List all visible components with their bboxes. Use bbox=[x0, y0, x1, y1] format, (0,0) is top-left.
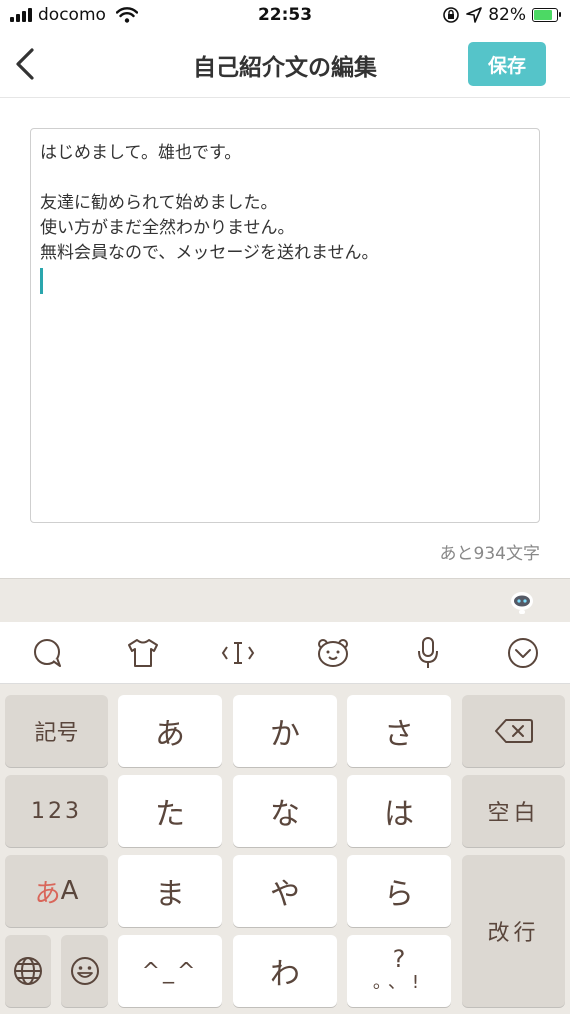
emoji-key[interactable] bbox=[61, 935, 108, 1007]
key-symbols-label: 記号 bbox=[34, 721, 79, 746]
key-na[interactable]: な bbox=[233, 775, 337, 847]
enter-key-label: 改行 bbox=[487, 921, 540, 946]
key-ha[interactable]: は bbox=[347, 775, 451, 847]
key-ra[interactable]: ら bbox=[347, 855, 451, 927]
backspace-key[interactable] bbox=[462, 695, 565, 767]
key-numbers[interactable]: 123 bbox=[5, 775, 108, 847]
question-mark-label: ? bbox=[392, 945, 406, 973]
key-ya[interactable]: や bbox=[233, 855, 337, 927]
toolbar-cursor-button[interactable] bbox=[190, 622, 285, 683]
bear-face-icon bbox=[317, 638, 348, 667]
character-counter: あと934文字 bbox=[439, 544, 540, 564]
close-keyboard-icon bbox=[507, 637, 538, 668]
self-introduction-textarea[interactable]: はじめまして。雄也です。 友達に勧められて始めました。 使い方がまだ全然わかりま… bbox=[30, 128, 540, 523]
backspace-icon bbox=[494, 719, 533, 743]
keyboard-toolbar bbox=[0, 622, 570, 684]
shirt-icon bbox=[127, 638, 158, 667]
key-wa[interactable]: わ bbox=[233, 935, 337, 1007]
key-numbers-label: 123 bbox=[31, 798, 82, 824]
space-key[interactable]: 空白 bbox=[462, 775, 565, 847]
punctuation-labels: ? 。、! bbox=[373, 947, 425, 995]
status-right: 82% bbox=[442, 5, 561, 25]
text-line: 友達に勧められて始めました。 bbox=[40, 193, 278, 213]
navigation-bar: 自己紹介文の編集 保存 bbox=[0, 32, 570, 98]
keyboard: 記号 あ か さ 123 た な は 空白 あ A ま や ら 改行 ^_^ わ… bbox=[0, 578, 570, 1014]
enter-key[interactable]: 改行 bbox=[462, 855, 565, 1007]
toolbar-emoji-button[interactable] bbox=[285, 622, 380, 683]
punctuation-label: 。、! bbox=[372, 972, 426, 993]
orientation-lock-icon bbox=[443, 7, 460, 23]
mode-alpha-label: A bbox=[60, 876, 79, 906]
mode-kana-label: あ bbox=[34, 878, 61, 909]
cursor-icon bbox=[221, 641, 254, 664]
space-key-label: 空白 bbox=[487, 801, 540, 826]
key-grid: 記号 あ か さ 123 た な は 空白 あ A ま や ら 改行 ^_^ わ… bbox=[0, 684, 570, 1014]
toolbar-theme-button[interactable] bbox=[95, 622, 190, 683]
text-cursor bbox=[40, 268, 43, 294]
toolbar-chat-button[interactable] bbox=[0, 622, 95, 683]
key-a[interactable]: あ bbox=[118, 695, 222, 767]
text-line bbox=[40, 166, 530, 191]
toolbar-voice-button[interactable] bbox=[380, 622, 475, 683]
key-ma[interactable]: ま bbox=[118, 855, 222, 927]
text-line: 無料会員なので、メッセージを送れません。 bbox=[40, 243, 379, 263]
battery-percent: 82% bbox=[488, 5, 526, 25]
key-sa[interactable]: さ bbox=[347, 695, 451, 767]
key-punctuation[interactable]: ? 。、! bbox=[347, 935, 451, 1007]
key-kaomoji-label: ^_^ bbox=[141, 958, 199, 984]
text-line: はじめまして。雄也です。 bbox=[40, 143, 242, 163]
smiley-icon bbox=[70, 957, 99, 985]
candidate-bar bbox=[0, 578, 570, 622]
key-ta[interactable]: た bbox=[118, 775, 222, 847]
location-icon bbox=[466, 7, 483, 23]
globe-key[interactable] bbox=[5, 935, 51, 1007]
globe-icon bbox=[14, 957, 42, 985]
key-kaomoji[interactable]: ^_^ bbox=[118, 935, 222, 1007]
status-bar: docomo 22:53 82% bbox=[0, 0, 570, 32]
microphone-icon bbox=[417, 636, 438, 668]
toolbar-close-keyboard-button[interactable] bbox=[475, 622, 570, 683]
key-symbols[interactable]: 記号 bbox=[5, 695, 108, 767]
key-input-mode[interactable]: あ A bbox=[5, 855, 108, 927]
robot-assistant-icon[interactable] bbox=[508, 588, 536, 616]
chat-bubble-icon bbox=[33, 638, 61, 667]
battery-charging-icon bbox=[532, 8, 561, 22]
key-ka[interactable]: か bbox=[233, 695, 337, 767]
text-line: 使い方がまだ全然わかりません。 bbox=[40, 218, 295, 238]
save-button[interactable]: 保存 bbox=[468, 42, 546, 86]
